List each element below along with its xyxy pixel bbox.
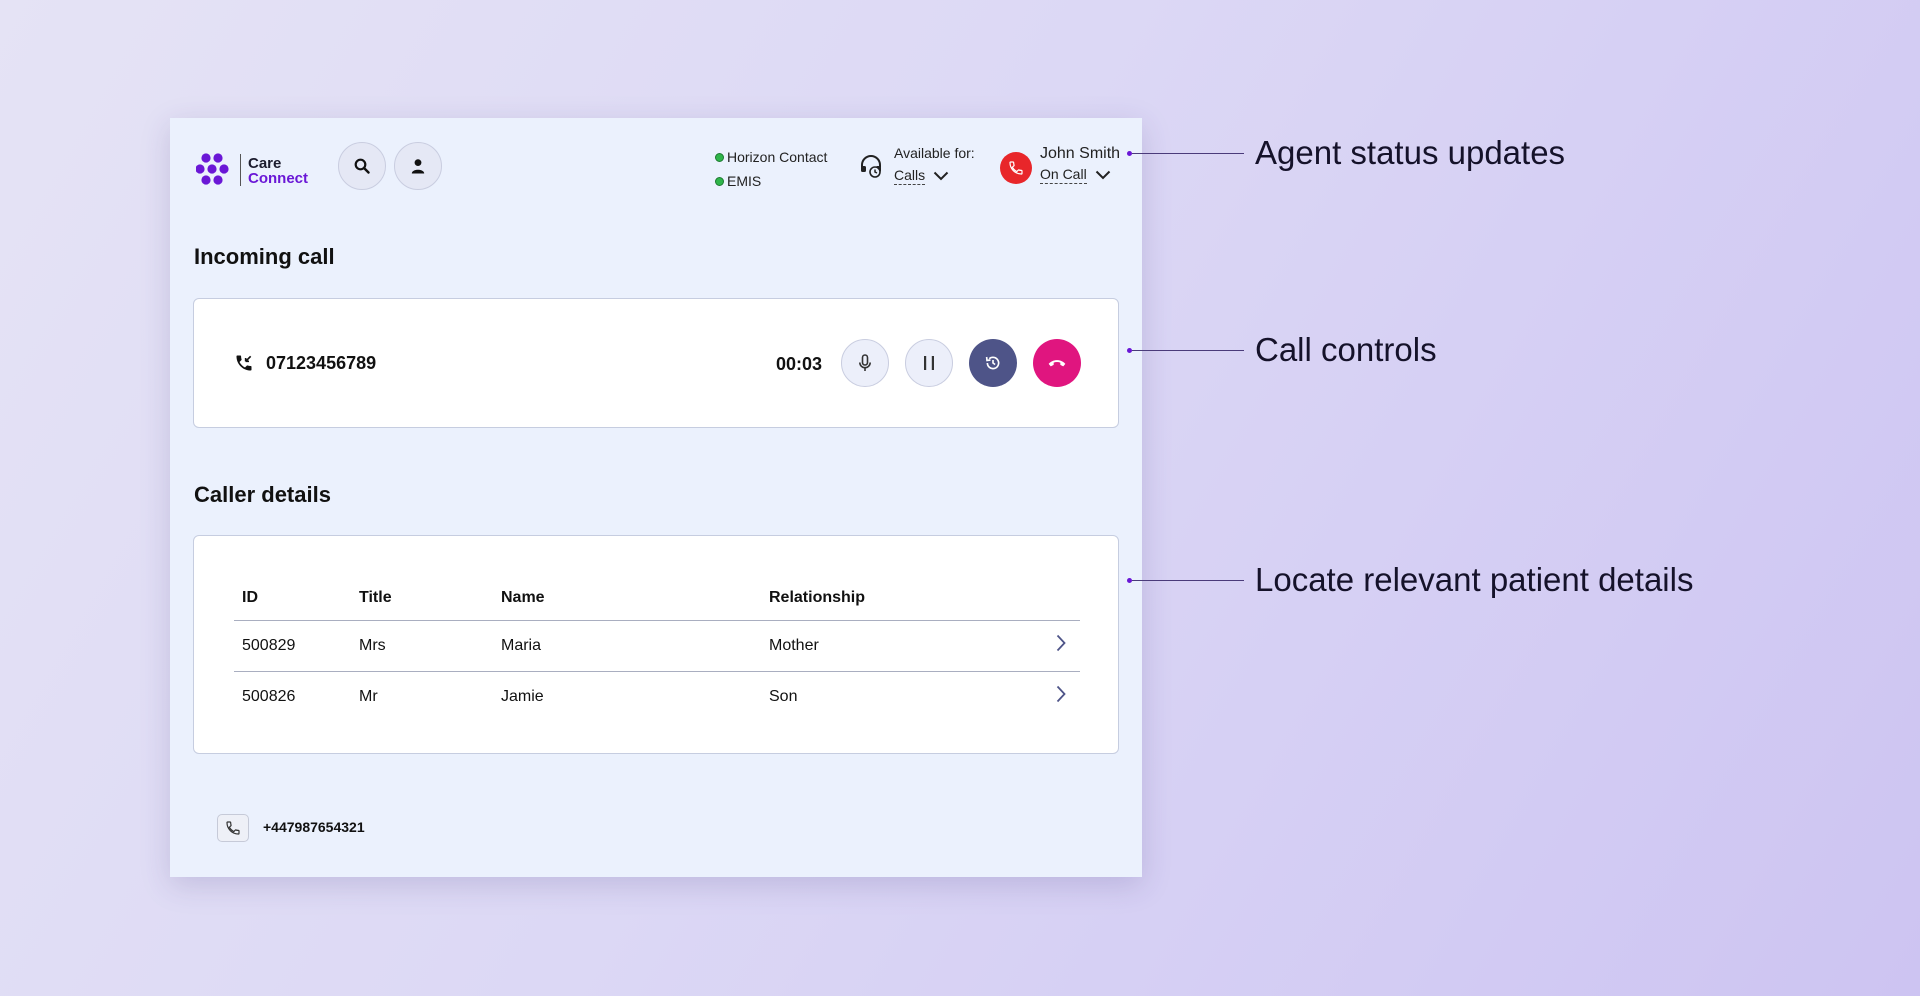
- annotation-call-controls: Call controls: [1127, 331, 1437, 369]
- app-window: Care Connect Horizon Contact EMIS Availa…: [170, 118, 1142, 877]
- cell-id: 500826: [242, 687, 296, 705]
- headset-icon: [861, 155, 881, 178]
- history-icon: [985, 356, 1000, 370]
- status-dot-icon: [715, 176, 724, 186]
- cell-relationship: Son: [769, 687, 798, 705]
- availability-label: Available for:: [894, 145, 975, 161]
- column-header-action: [1020, 576, 1080, 621]
- agent-status-indicator: [1000, 152, 1032, 184]
- cell-title: Mrs: [351, 620, 493, 672]
- end-call-button[interactable]: [1033, 339, 1081, 387]
- availability-value: Calls: [894, 167, 926, 185]
- phone-icon: [1009, 161, 1023, 175]
- agent-name: John Smith: [1040, 145, 1121, 162]
- row-open-button[interactable]: [1020, 620, 1080, 672]
- connected-systems: Horizon Contact EMIS: [715, 145, 827, 193]
- mute-button[interactable]: [841, 339, 889, 387]
- call-timer: 00:03: [776, 354, 823, 374]
- column-header-id: ID: [234, 576, 351, 621]
- agent-phone-number: +447987654321: [263, 819, 365, 835]
- hold-button[interactable]: [905, 339, 953, 387]
- column-header-name: Name: [493, 576, 761, 621]
- caller-details-title: Caller details: [194, 482, 331, 507]
- logo-divider: [240, 154, 241, 186]
- pause-icon: [924, 356, 934, 370]
- logo-dots-icon: [196, 153, 229, 185]
- hang-up-icon: [1048, 360, 1066, 367]
- agent-info: John Smith On Call: [1040, 145, 1120, 184]
- user-icon: [411, 159, 425, 174]
- system-label: Horizon Contact: [727, 149, 828, 165]
- annotation-text: Agent status updates: [1255, 134, 1566, 171]
- caller-details-card: ID Title Name Relationship 500829 Mrs Ma…: [193, 535, 1119, 754]
- table-row[interactable]: 500826 Mr Jamie Son: [234, 671, 1080, 722]
- incoming-call-icon: [236, 355, 252, 371]
- chevron-right-icon: [1056, 686, 1066, 703]
- search-button[interactable]: [338, 142, 386, 190]
- row-open-button[interactable]: [1020, 671, 1080, 722]
- status-dot-icon: [715, 152, 724, 162]
- cell-id: 500829: [234, 620, 351, 672]
- table-row[interactable]: 500829 Mrs Maria Mother: [234, 620, 1080, 672]
- cell-name: Maria: [493, 620, 761, 672]
- system-horizon-contact: Horizon Contact: [715, 145, 827, 169]
- annotation-text: Call controls: [1255, 331, 1437, 368]
- cell-name: Jamie: [501, 687, 544, 705]
- chevron-down-icon: [1095, 170, 1110, 180]
- care-connect-logo[interactable]: Care Connect: [196, 150, 316, 190]
- incoming-call-title: Incoming call: [194, 244, 335, 269]
- annotation-agent-status: Agent status updates: [1127, 134, 1565, 172]
- column-header-title: Title: [351, 576, 493, 621]
- phone-icon: [226, 821, 240, 835]
- availability: Available for: Calls: [894, 145, 975, 185]
- caller-phone-number: 07123456789: [266, 353, 377, 373]
- search-icon: [354, 158, 370, 174]
- annotation-line: [1132, 579, 1244, 581]
- chevron-down-icon: [933, 171, 949, 181]
- annotation-patient-details: Locate relevant patient details: [1127, 561, 1693, 599]
- annotation-line: [1132, 349, 1244, 351]
- call-history-button[interactable]: [969, 339, 1017, 387]
- chevron-right-icon: [1056, 634, 1066, 652]
- incoming-call-card: 07123456789 00:03: [193, 298, 1119, 428]
- column-header-relationship: Relationship: [761, 576, 1020, 621]
- system-emis: EMIS: [715, 169, 827, 193]
- cell-relationship: Mother: [761, 620, 1020, 672]
- annotation-text: Locate relevant patient details: [1255, 561, 1694, 598]
- dial-button[interactable]: [217, 814, 249, 842]
- annotation-line: [1132, 152, 1244, 154]
- agent-status-value: On Call: [1040, 166, 1087, 184]
- table-header-row: ID Title Name Relationship: [234, 576, 1080, 621]
- profile-button[interactable]: [394, 142, 442, 190]
- caller-details-table: ID Title Name Relationship 500829 Mrs Ma…: [234, 576, 1080, 722]
- cell-title: Mr: [359, 687, 378, 705]
- microphone-icon: [859, 354, 871, 371]
- system-label: EMIS: [727, 173, 762, 189]
- availability-dropdown[interactable]: Calls: [894, 167, 975, 185]
- logo-text-connect: Connect: [248, 170, 308, 187]
- agent-status-dropdown[interactable]: On Call: [1040, 166, 1120, 184]
